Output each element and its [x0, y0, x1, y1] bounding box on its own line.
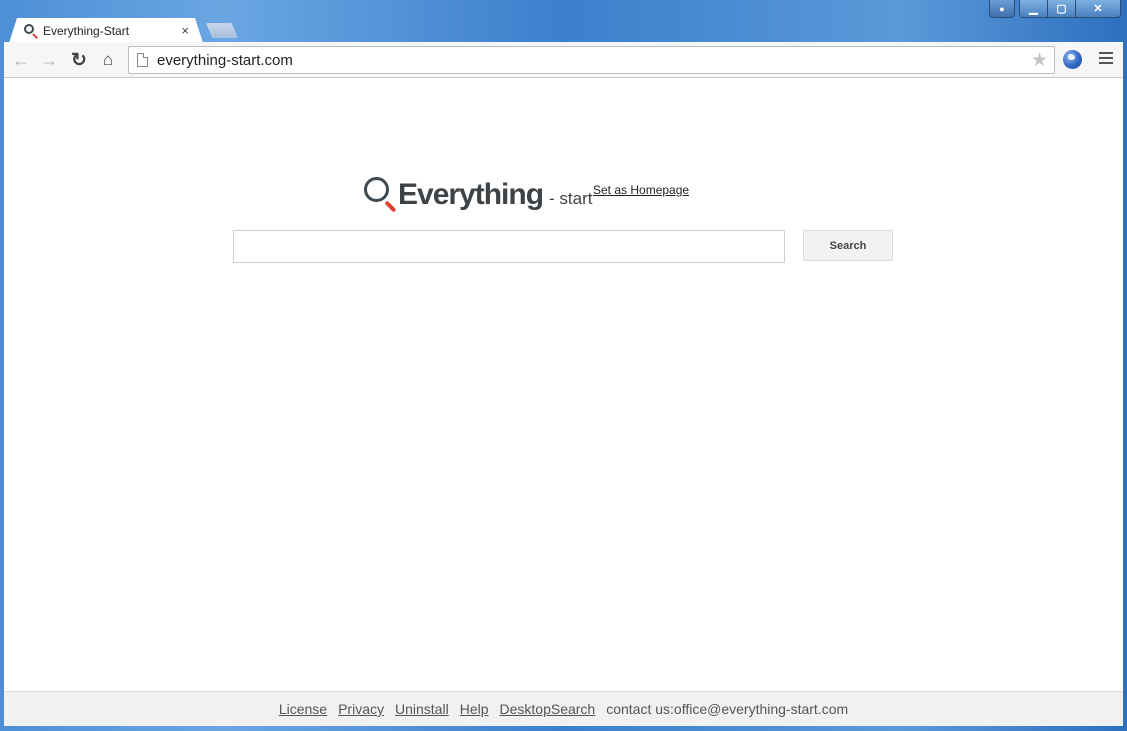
- globe-extension-icon[interactable]: [1063, 50, 1082, 69]
- close-icon: ✕: [1093, 3, 1103, 15]
- menu-icon[interactable]: [1099, 52, 1113, 67]
- set-as-homepage-link[interactable]: Set as Homepage: [593, 183, 689, 197]
- browser-toolbar: ← → ↻ ⌂ everything-start.com ★: [4, 42, 1123, 78]
- reload-button[interactable]: ↻: [68, 49, 90, 71]
- logo-word: Everything: [398, 178, 544, 211]
- magnifier-icon: [23, 23, 39, 39]
- search-input[interactable]: [233, 230, 785, 263]
- arrow-right-icon: →: [40, 49, 58, 70]
- site-logo: Everything - start: [362, 174, 593, 213]
- home-button[interactable]: ⌂: [97, 49, 119, 71]
- back-button[interactable]: ←: [10, 49, 32, 71]
- contact-text: contact us:office@everything-start.com: [606, 701, 849, 717]
- address-bar[interactable]: everything-start.com ★: [128, 46, 1055, 74]
- footer-link-privacy[interactable]: Privacy: [338, 701, 384, 717]
- arrow-left-icon: ←: [12, 49, 30, 70]
- close-window-button[interactable]: ✕: [1076, 0, 1120, 17]
- person-icon: ●: [999, 3, 1005, 14]
- tab-close-icon[interactable]: ×: [181, 23, 189, 38]
- url-text[interactable]: everything-start.com: [157, 52, 293, 69]
- page-footer: License Privacy Uninstall Help DesktopSe…: [4, 691, 1123, 726]
- footer-link-uninstall[interactable]: Uninstall: [395, 701, 449, 717]
- page-icon: [137, 53, 148, 67]
- new-tab-button[interactable]: [206, 23, 238, 38]
- page-content: Everything - start Set as Homepage Searc…: [4, 78, 1123, 691]
- maximize-icon: ▢: [1056, 3, 1067, 15]
- minimize-icon: ▁: [1029, 3, 1038, 15]
- profile-button[interactable]: ●: [989, 0, 1015, 18]
- search-button[interactable]: Search: [803, 230, 893, 261]
- tab-title: Everything-Start: [43, 23, 130, 38]
- tab-everything-start[interactable]: Everything-Start ×: [9, 18, 203, 43]
- window-controls: ● ▁ ▢ ✕: [989, 0, 1121, 18]
- footer-link-help[interactable]: Help: [460, 701, 489, 717]
- magnifier-logo-icon: [362, 174, 398, 213]
- browser-window: ● ▁ ▢ ✕ Everything-Start × ← → ↻ ⌂ every…: [0, 0, 1127, 731]
- minimize-button[interactable]: ▁: [1020, 0, 1048, 17]
- footer-link-license[interactable]: License: [279, 701, 327, 717]
- reload-icon: ↻: [71, 49, 87, 71]
- window-button-group: ▁ ▢ ✕: [1019, 0, 1121, 18]
- bookmark-star-icon[interactable]: ★: [1031, 49, 1048, 72]
- logo-suffix: - start: [549, 189, 593, 208]
- home-icon: ⌂: [102, 50, 114, 69]
- maximize-button[interactable]: ▢: [1048, 0, 1076, 17]
- footer-link-desktopsearch[interactable]: DesktopSearch: [500, 701, 596, 717]
- forward-button[interactable]: →: [38, 49, 60, 71]
